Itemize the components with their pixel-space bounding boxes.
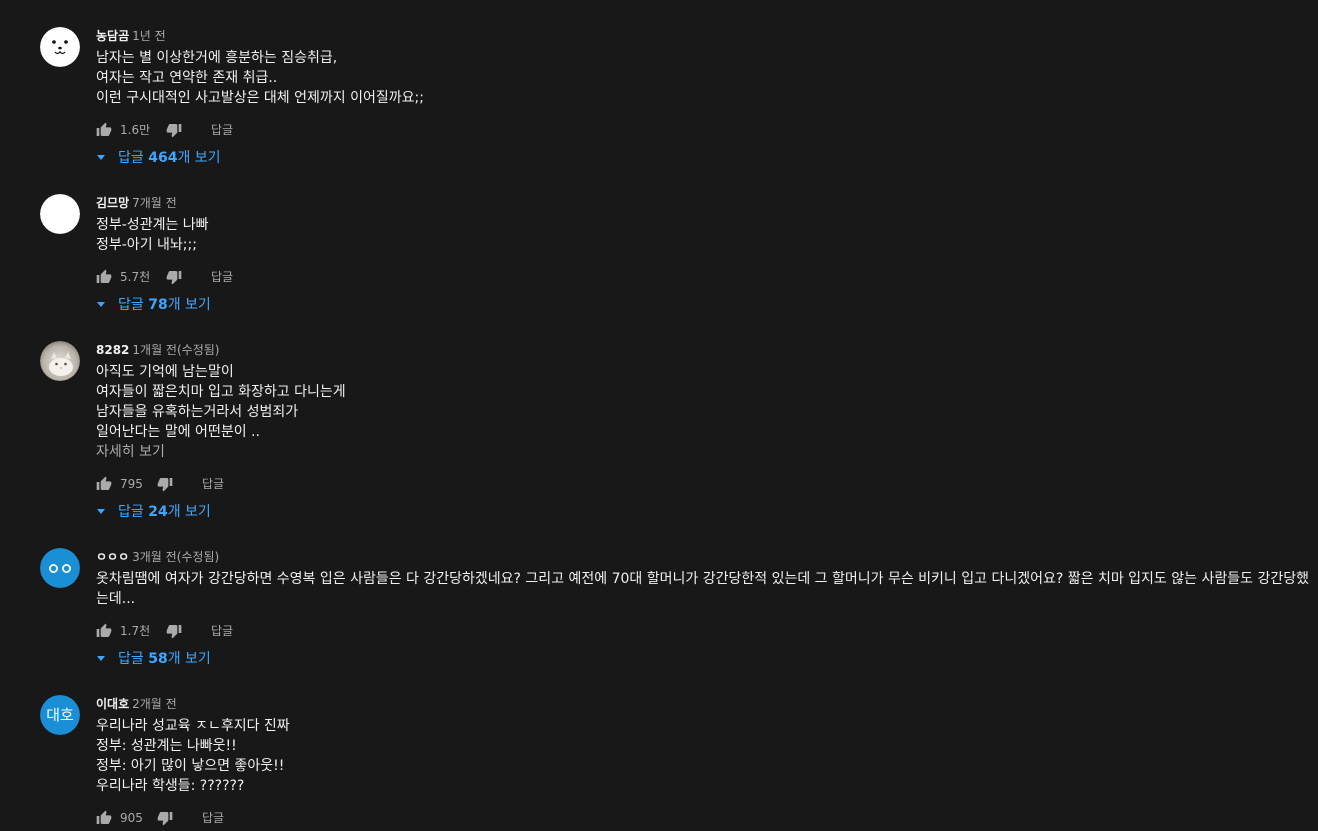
reply-count: 24 — [148, 504, 168, 520]
thumbs-up-icon[interactable] — [96, 122, 112, 138]
replies-prefix: 답글 — [118, 651, 149, 667]
comment-text-line: 우리나라 학생들: ?????? — [96, 778, 245, 794]
comment-time[interactable]: 7개월 전 — [132, 196, 177, 210]
thumbs-down-icon[interactable] — [157, 476, 173, 492]
reply-button[interactable]: 답글 — [211, 619, 233, 643]
replies-suffix: 개 보기 — [167, 297, 211, 313]
comment-body: 8282 1개월 전(수정됨) 아직도 기억에 남는말이 여자들이 짧은치마 입고… — [96, 341, 1318, 523]
like-count: 905 — [120, 811, 143, 825]
thumbs-up-icon[interactable] — [96, 476, 112, 492]
author-name[interactable]: 농담곰 — [96, 29, 129, 43]
comment-body: 김므망 7개월 전 정부-성관계는 나빠 정부-아기 내놔;;; 5.7천 답글 … — [96, 194, 1318, 316]
like-count: 1.7천 — [120, 624, 151, 638]
reply-count: 78 — [148, 297, 168, 313]
caret-down-icon — [96, 301, 106, 309]
reply-button[interactable]: 답글 — [202, 472, 224, 496]
comment-time[interactable]: 2개월 전 — [132, 697, 177, 711]
comment-body: ㅇㅇㅇ 3개월 전(수정됨) 옷차림땜에 여자가 강간당하면 수영복 입은 사람들… — [96, 548, 1318, 670]
comment-actions: 795 답글 — [96, 472, 1318, 496]
view-replies-label: 답글 78개 보기 — [118, 294, 211, 316]
view-replies-button[interactable]: 답글 464개 보기 — [96, 147, 1318, 169]
thumbs-up-icon[interactable] — [96, 810, 112, 826]
comment-header: 김므망 7개월 전 — [96, 194, 1318, 212]
like-count: 1.6만 — [120, 123, 151, 137]
author-avatar[interactable] — [40, 27, 80, 67]
blank-white-avatar-icon — [40, 194, 80, 234]
replies-suffix: 개 보기 — [167, 504, 211, 520]
comment-header: 8282 1개월 전(수정됨) — [96, 341, 1318, 359]
comment-time[interactable]: 1년 전 — [132, 29, 166, 43]
read-more-button[interactable]: 자세히 보기 — [96, 442, 1318, 462]
comment-time[interactable]: 3개월 전(수정됨) — [132, 550, 219, 564]
comment-actions: 1.6만 답글 — [96, 118, 1318, 142]
comment-header: 농담곰 1년 전 — [96, 27, 1318, 45]
replies-prefix: 답글 — [118, 297, 149, 313]
comment-text: 정부-성관계는 나빠 정부-아기 내놔;;; — [96, 215, 1318, 255]
view-replies-label: 답글 24개 보기 — [118, 501, 211, 523]
comment-actions: 5.7천 답글 — [96, 265, 1318, 289]
comment-text-paragraph: 옷차림땜에 여자가 강간당하면 수영복 입은 사람들은 다 강간당하겠네요? 그… — [96, 571, 1309, 607]
reply-count: 58 — [148, 651, 168, 667]
view-replies-button[interactable]: 답글 78개 보기 — [96, 294, 1318, 316]
replies-prefix: 답글 — [118, 504, 149, 520]
comment-actions: 1.7천 답글 — [96, 619, 1318, 643]
two-circles-avatar-icon — [40, 548, 80, 588]
comment-text-line: 정부: 아기 많이 낳으면 좋아웃!! — [96, 758, 285, 774]
comment-text-line: 남자들을 유혹하는거라서 성범죄가 — [96, 404, 299, 420]
reply-button[interactable]: 답글 — [202, 806, 224, 830]
comment-body: 이대호 2개월 전 우리나라 성교육 ㅈㄴ후지다 진짜 정부: 성관계는 나빠웃!… — [96, 695, 1318, 830]
view-replies-button[interactable]: 답글 58개 보기 — [96, 648, 1318, 670]
comment-time[interactable]: 1개월 전(수정됨) — [132, 343, 219, 357]
comment-text-line: 여자는 작고 연약한 존재 취급.. — [96, 70, 278, 86]
comment-actions: 905 답글 — [96, 806, 1318, 830]
author-name[interactable]: 이대호 — [96, 697, 129, 711]
comment-text: 아직도 기억에 남는말이 여자들이 짧은치마 입고 화장하고 다니는게 남자들을… — [96, 362, 1318, 442]
cat-photo-avatar-icon — [40, 341, 80, 381]
like-count: 795 — [120, 477, 143, 491]
thumbs-down-icon[interactable] — [157, 810, 173, 826]
caret-down-icon — [96, 508, 106, 516]
comment-text-line: 남자는 별 이상한거에 흥분하는 짐승취급, — [96, 50, 338, 66]
author-avatar[interactable] — [40, 341, 80, 381]
comment-text: 옷차림땜에 여자가 강간당하면 수영복 입은 사람들은 다 강간당하겠네요? 그… — [96, 569, 1318, 609]
replies-suffix: 개 보기 — [167, 651, 211, 667]
reply-count: 464 — [148, 150, 178, 166]
bear-face-avatar-icon — [40, 27, 80, 67]
replies-suffix: 개 보기 — [177, 150, 221, 166]
author-name[interactable]: 김므망 — [96, 196, 129, 210]
author-avatar[interactable]: 대호 — [40, 695, 80, 735]
author-name[interactable]: ㅇㅇㅇ — [96, 550, 129, 564]
comment-text: 우리나라 성교육 ㅈㄴ후지다 진짜 정부: 성관계는 나빠웃!! 정부: 아기 … — [96, 716, 1318, 796]
author-avatar[interactable] — [40, 548, 80, 588]
thumbs-up-icon[interactable] — [96, 269, 112, 285]
comment-header: 이대호 2개월 전 — [96, 695, 1318, 713]
caret-down-icon — [96, 154, 106, 162]
reply-button[interactable]: 답글 — [211, 118, 233, 142]
reply-button[interactable]: 답글 — [211, 265, 233, 289]
replies-prefix: 답글 — [118, 150, 149, 166]
author-name[interactable]: 8282 — [96, 343, 129, 357]
comment-text: 남자는 별 이상한거에 흥분하는 짐승취급, 여자는 작고 연약한 존재 취급.… — [96, 48, 1318, 108]
comment-body: 농담곰 1년 전 남자는 별 이상한거에 흥분하는 짐승취급, 여자는 작고 연약… — [96, 27, 1318, 169]
comment-text-line: 정부: 성관계는 나빠웃!! — [96, 738, 237, 754]
comment-text-line: 우리나라 성교육 ㅈㄴ후지다 진짜 — [96, 718, 290, 734]
comment-text-line: 정부-성관계는 나빠 — [96, 217, 209, 233]
thumbs-down-icon[interactable] — [166, 269, 182, 285]
caret-down-icon — [96, 655, 106, 663]
thumbs-down-icon[interactable] — [166, 623, 182, 639]
comment-text-line: 아직도 기억에 남는말이 — [96, 364, 234, 380]
comment-header: ㅇㅇㅇ 3개월 전(수정됨) — [96, 548, 1318, 566]
thumbs-down-icon[interactable] — [166, 122, 182, 138]
thumbs-up-icon[interactable] — [96, 623, 112, 639]
view-replies-label: 답글 464개 보기 — [118, 147, 221, 169]
author-avatar[interactable] — [40, 194, 80, 234]
comment-text-line: 이런 구시대적인 사고발상은 대체 언제까지 이어질까요;; — [96, 90, 424, 106]
avatar-initials: 대호 — [46, 706, 74, 724]
view-replies-button[interactable]: 답글 24개 보기 — [96, 501, 1318, 523]
like-count: 5.7천 — [120, 270, 151, 284]
view-replies-label: 답글 58개 보기 — [118, 648, 211, 670]
comment-text-line: 정부-아기 내놔;;; — [96, 237, 197, 253]
comment-text-line: 여자들이 짧은치마 입고 화장하고 다니는게 — [96, 384, 346, 400]
comment-text-line: 일어난다는 말에 어떤분이 .. — [96, 424, 260, 440]
